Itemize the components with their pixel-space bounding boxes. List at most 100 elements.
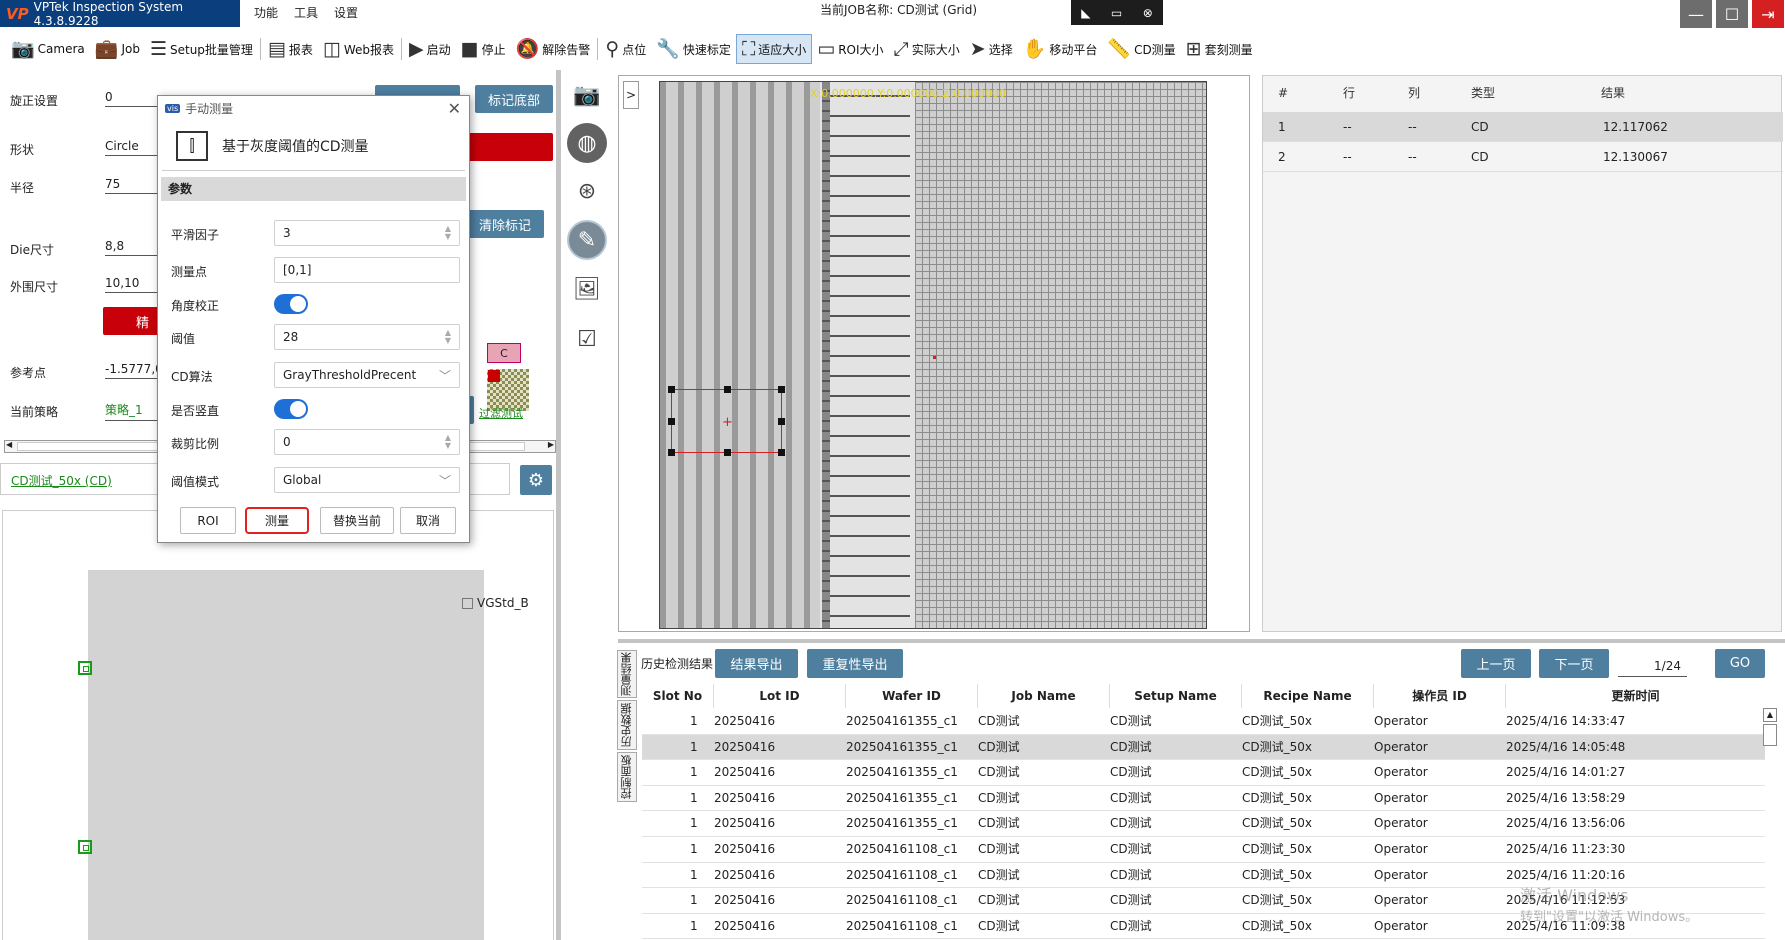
- pin-icon[interactable]: ◣: [1081, 6, 1090, 20]
- smooth-factor-input[interactable]: 3 ▲ ▼: [274, 220, 460, 246]
- results-row[interactable]: 1 -- -- CD 12.117062: [1263, 112, 1783, 142]
- scroll-right-icon[interactable]: ▶: [548, 440, 554, 449]
- toolbar-cd-measure[interactable]: 📏 CD测量: [1102, 34, 1180, 64]
- roi-handle[interactable]: [778, 418, 785, 425]
- filter-test-link[interactable]: 过滤测试: [479, 405, 523, 421]
- expand-panel-button[interactable]: >: [623, 81, 639, 109]
- table-row[interactable]: 1 20250416 202504161355_c1 CD测试 CD测试 CD测试_50x…: [642, 734, 1765, 761]
- roi-handle[interactable]: [668, 449, 675, 456]
- results-row[interactable]: 2 -- -- CD 12.130067: [1263, 142, 1783, 172]
- tab-measure-results[interactable]: 测量结果: [617, 650, 637, 698]
- roi-rectangle[interactable]: +: [668, 386, 785, 456]
- vertical-toggle[interactable]: [274, 399, 308, 419]
- toolbar-camera[interactable]: 📷 Camera: [6, 34, 90, 64]
- go-button[interactable]: GO: [1715, 649, 1765, 678]
- roi-handle[interactable]: [668, 418, 675, 425]
- angle-correction-toggle[interactable]: [274, 294, 308, 314]
- thumbnail-c-label[interactable]: C: [487, 343, 521, 363]
- roi-handle[interactable]: [668, 386, 675, 393]
- clear-mark-button[interactable]: 清除标记: [466, 210, 544, 238]
- vgstd-checkbox[interactable]: [462, 598, 473, 609]
- recipe-link[interactable]: CD测试_50x (CD): [11, 472, 112, 489]
- measure-button[interactable]: 测量: [245, 507, 309, 534]
- toolbar-select[interactable]: ➤ 选择: [965, 34, 1018, 64]
- roi-handle[interactable]: [778, 386, 785, 393]
- table-row[interactable]: 1 20250416 202504161355_c1 CD测试 CD测试 CD测试_50x…: [642, 709, 1765, 735]
- toolbar-web-report[interactable]: ◫ Web报表: [318, 34, 399, 64]
- export-results-button[interactable]: 结果导出: [715, 649, 798, 678]
- exit-button[interactable]: ⇥: [1752, 0, 1784, 28]
- cd-algorithm-select[interactable]: GrayThresholdPrecent ﹀: [274, 362, 460, 388]
- measure-point-input[interactable]: [0,1]: [274, 257, 460, 283]
- mark-bottom-button[interactable]: 标记底部: [475, 85, 553, 113]
- microscope-image[interactable]: X:0.000000,Y:0.000000,Z:0.000000 +: [659, 81, 1207, 629]
- history-vertical-scrollbar[interactable]: ▲: [1763, 708, 1777, 940]
- roi-handle[interactable]: [724, 449, 731, 456]
- roi-handle[interactable]: [778, 449, 785, 456]
- menu-function[interactable]: 功能: [246, 0, 286, 27]
- wafer-map[interactable]: [88, 570, 484, 940]
- wafer-grid-tool[interactable]: ◍: [567, 123, 607, 163]
- snapshot-tool[interactable]: 📷: [567, 75, 607, 115]
- minimize-button[interactable]: —: [1680, 0, 1712, 28]
- spinner-icon[interactable]: ▲ ▼: [445, 434, 451, 450]
- threshold-input[interactable]: 28 ▲ ▼: [274, 324, 460, 350]
- toolbar-roi-size[interactable]: ▭ ROI大小: [812, 34, 888, 64]
- menu-settings[interactable]: 设置: [326, 0, 366, 27]
- crop-ratio-input[interactable]: 0 ▲ ▼: [274, 429, 460, 455]
- toolbar-overlay-measure[interactable]: ⊞ 套刻测量: [1181, 34, 1258, 64]
- toolbar-fit-size[interactable]: ⛶ 适应大小: [735, 34, 813, 64]
- horizontal-splitter[interactable]: [618, 639, 1785, 643]
- spinner-icon[interactable]: ▲ ▼: [445, 329, 451, 345]
- panel-splitter[interactable]: [556, 70, 561, 940]
- toolbar-move-stage[interactable]: ✋ 移动平台: [1018, 34, 1103, 64]
- checklist-tool[interactable]: ☑: [567, 319, 607, 359]
- roi-handle[interactable]: [724, 386, 731, 393]
- toolbar-label: 解除告警: [542, 42, 591, 57]
- scroll-thumb[interactable]: [1763, 724, 1777, 746]
- next-page-button[interactable]: 下一页: [1539, 649, 1609, 678]
- repeat-export-button[interactable]: 重复性导出: [807, 649, 903, 678]
- red-action-button[interactable]: [460, 133, 553, 161]
- refresh-button[interactable]: ⚙: [520, 465, 552, 495]
- die-marker[interactable]: [78, 840, 92, 854]
- image-tool[interactable]: 🖼: [567, 269, 607, 309]
- menu-tools[interactable]: 工具: [286, 0, 326, 27]
- table-row[interactable]: 1 20250416 202504161108_c1 CD测试 CD测试 CD测试_50x…: [642, 837, 1765, 863]
- toolbar-clear-alarm[interactable]: 🔕 解除告警: [511, 34, 596, 64]
- toolbar-actual-size[interactable]: ⤢ 实际大小: [889, 34, 965, 64]
- table-cell-time: 2025/4/16 13:56:06: [1506, 816, 1626, 831]
- toolbar-job[interactable]: 💼 Job: [90, 34, 145, 64]
- die-marker[interactable]: [78, 661, 92, 675]
- remote-close-icon[interactable]: ⊗: [1143, 6, 1153, 20]
- replace-current-button[interactable]: 替换当前: [320, 507, 394, 534]
- toolbar-points[interactable]: ⚲ 点位: [600, 34, 651, 64]
- table-row[interactable]: 1 20250416 202504161355_c1 CD测试 CD测试 CD测试_50x…: [642, 760, 1765, 786]
- toolbar-quick-calibrate[interactable]: 🔧 快速标定: [651, 34, 736, 64]
- scroll-up-icon[interactable]: ▲: [1763, 708, 1777, 722]
- table-row[interactable]: 1 20250416 202504161355_c1 CD测试 CD测试 CD测试_50x…: [642, 786, 1765, 812]
- page-number-input[interactable]: 1/24: [1618, 655, 1687, 677]
- threshold-mode-select[interactable]: Global ﹀: [274, 467, 460, 493]
- toolbar-start[interactable]: ▶ 启动: [404, 34, 456, 64]
- keyboard-icon[interactable]: ▭: [1111, 6, 1122, 20]
- spinner-icon[interactable]: ▲ ▼: [445, 225, 451, 241]
- microscope-image-view[interactable]: > X:0.000000,Y:0.000000,Z:0.000000 +: [618, 75, 1250, 632]
- prev-page-button[interactable]: 上一页: [1461, 649, 1531, 678]
- tab-control-panel[interactable]: 控制面板: [617, 752, 637, 802]
- measure-tool[interactable]: ✎: [567, 220, 607, 260]
- precise-button[interactable]: 精: [103, 307, 163, 335]
- maximize-button[interactable]: ☐: [1716, 0, 1748, 28]
- dialog-close-icon[interactable]: ✕: [448, 99, 461, 118]
- wafer-map-area[interactable]: [2, 510, 554, 940]
- table-row[interactable]: 1 20250416 202504161355_c1 CD测试 CD测试 CD测试_50x…: [642, 811, 1765, 837]
- scroll-left-icon[interactable]: ◀: [6, 440, 12, 449]
- dialog-heading: ⫿ 基于灰度阈值的CD测量: [162, 121, 465, 171]
- cancel-button[interactable]: 取消: [400, 507, 456, 534]
- target-list-tool[interactable]: ⊛: [567, 171, 607, 211]
- toolbar-report[interactable]: ▤ 报表: [263, 34, 318, 64]
- toolbar-setup-batch[interactable]: ☰ Setup批量管理: [145, 34, 258, 64]
- roi-button[interactable]: ROI: [180, 507, 236, 534]
- toolbar-stop[interactable]: ■ 停止: [456, 34, 511, 64]
- tab-history-data[interactable]: 历史数据: [617, 700, 637, 750]
